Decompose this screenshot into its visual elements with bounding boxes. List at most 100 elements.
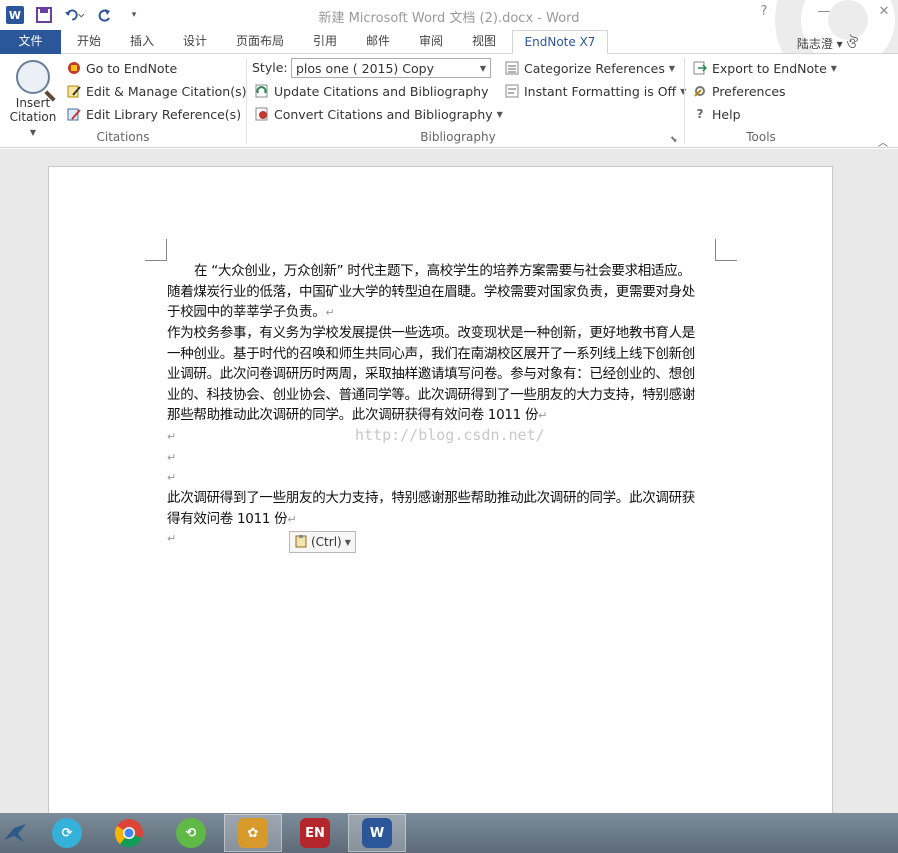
chevron-down-icon: ▼ bbox=[830, 63, 837, 73]
maximize-icon[interactable]: □ bbox=[846, 4, 862, 19]
taskbar: ⟳ ⟲ ✿ EN W bbox=[0, 813, 898, 853]
paragraph-mark-icon: ↵ bbox=[167, 450, 176, 464]
taskbar-image-app[interactable]: ✿ bbox=[224, 814, 282, 852]
bibliography-group-label: Bibliography bbox=[420, 130, 496, 144]
tab-endnote[interactable]: EndNote X7 bbox=[512, 30, 608, 55]
image-viewer-icon: ✿ bbox=[238, 818, 268, 848]
convert-citations-button[interactable]: Convert Citations and Bibliography ▼ bbox=[254, 104, 503, 124]
minimize-icon[interactable]: — bbox=[816, 4, 832, 19]
tab-mailings[interactable]: 邮件 bbox=[366, 30, 390, 54]
edit-manage-citations-button[interactable]: Edit & Manage Citation(s) bbox=[66, 81, 247, 101]
tools-group-label: Tools bbox=[746, 130, 776, 144]
clipboard-icon bbox=[294, 534, 308, 551]
taskbar-chrome[interactable] bbox=[100, 814, 158, 852]
text-line: 得有效问卷 1011 份↵ bbox=[167, 509, 719, 531]
tab-references[interactable]: 引用 bbox=[313, 30, 337, 54]
help-icon[interactable]: ? bbox=[756, 4, 772, 19]
edit-citation-icon bbox=[66, 83, 82, 99]
paste-options-label: (Ctrl) bbox=[311, 535, 342, 549]
text-line: 作为校务参事，有义务为学校发展提供一些选项。改变现状是一种创新，更好地教书育人是 bbox=[167, 325, 695, 341]
chevron-down-icon: ▼ bbox=[479, 63, 486, 73]
update-citations-label: Update Citations and Bibliography bbox=[274, 83, 489, 99]
text-line: 业的、科技协会、创业协会、普通同学等。此次调研得到了一些朋友的大力支持，特别感谢 bbox=[167, 386, 695, 403]
ribbon-tabs: 文件 开始 插入 设计 页面布局 引用 邮件 审阅 视图 EndNote X7 … bbox=[0, 30, 898, 56]
dialog-launcher-icon[interactable]: ⬊ bbox=[670, 130, 678, 150]
paragraph-2[interactable]: 作为校务参事，有义务为学校发展提供一些选项。改变现状是一种创新，更好地教书育人是… bbox=[167, 323, 719, 427]
tab-page-layout[interactable]: 页面布局 bbox=[236, 30, 284, 54]
taskbar-sync-app[interactable]: ⟲ bbox=[162, 814, 220, 852]
empty-paragraphs[interactable]: ↵ ↵ ↵ bbox=[167, 427, 719, 489]
endnote-app-icon: EN bbox=[300, 818, 330, 848]
collapse-ribbon-icon[interactable]: ︿ bbox=[878, 134, 888, 149]
tab-home[interactable]: 开始 bbox=[77, 30, 101, 54]
user-account[interactable]: 陆志澄 ▾ ঔ bbox=[797, 32, 858, 56]
start-bird-icon[interactable] bbox=[0, 814, 30, 852]
title-bar: W ▾ 新建 Microsoft Word 文档 (2).docx - Word… bbox=[0, 0, 898, 30]
tab-design[interactable]: 设计 bbox=[183, 30, 207, 54]
document-page[interactable]: 在 “大众创业，万众创新” 时代主题下，高校学生的培养方案需要与社会要求相适应。… bbox=[48, 166, 833, 826]
tab-review[interactable]: 审阅 bbox=[419, 30, 443, 54]
export-to-endnote-button[interactable]: Export to EndNote ▼ bbox=[692, 58, 837, 78]
style-dropdown[interactable]: plos one ( 2015) Copy ▼ bbox=[291, 58, 491, 78]
text-line: 此次调研得到了一些朋友的大力支持，特别感谢那些帮助推动此次调研的同学。此次调研获 bbox=[167, 490, 695, 506]
text-line-content: 那些帮助推动此次调研的同学。此次调研获得有效问卷 1011 份 bbox=[167, 407, 539, 423]
insert-citation-label-2: Citation bbox=[9, 110, 57, 124]
paragraph-mark-icon: ↵ bbox=[167, 471, 176, 484]
instant-formatting-label: Instant Formatting is Off bbox=[524, 83, 677, 99]
chrome-icon bbox=[114, 819, 143, 848]
text-line-content: 于校园中的莘莘学子负责。 bbox=[167, 304, 326, 320]
window-controls: ? □ — □ ✕ bbox=[756, 4, 892, 19]
taskbar-word[interactable]: W bbox=[348, 814, 406, 852]
text-line: 于校园中的莘莘学子负责。↵ bbox=[167, 302, 719, 324]
paragraph-mark-icon: ↵ bbox=[325, 306, 335, 319]
paragraph-3[interactable]: 此次调研得到了一些朋友的大力支持，特别感谢那些帮助推动此次调研的同学。此次调研获… bbox=[167, 488, 719, 530]
tab-view[interactable]: 视图 bbox=[472, 30, 496, 54]
text-line: 随着煤炭行业的低落，中国矿业大学的转型迫在眉睫。学校需要对国家负责，更需要对身处 bbox=[167, 283, 695, 300]
export-icon bbox=[692, 60, 708, 76]
close-icon[interactable]: ✕ bbox=[876, 4, 892, 19]
insert-citation-button[interactable]: Insert Citation ▼ bbox=[6, 58, 60, 137]
edit-library-reference-label: Edit Library Reference(s) bbox=[86, 106, 242, 122]
document-area: 在 “大众创业，万众创新” 时代主题下，高校学生的培养方案需要与社会要求相适应。… bbox=[0, 149, 898, 826]
preferences-label: Preferences bbox=[712, 83, 786, 99]
tab-file[interactable]: 文件 bbox=[0, 30, 61, 54]
magnifier-icon bbox=[16, 60, 50, 94]
categorize-references-button[interactable]: Categorize References ▼ bbox=[504, 58, 675, 78]
paragraph-1[interactable]: 在 “大众创业，万众创新” 时代主题下，高校学生的培养方案需要与社会要求相适应。… bbox=[167, 261, 719, 324]
go-to-endnote-button[interactable]: Go to EndNote bbox=[66, 58, 177, 78]
empty-paragraph[interactable]: ↵ bbox=[167, 529, 719, 550]
user-name: 陆志澄 bbox=[796, 37, 833, 51]
chevron-down-icon: ▼ bbox=[668, 63, 676, 73]
categorize-icon bbox=[504, 60, 520, 76]
help-button[interactable]: ? Help bbox=[692, 104, 741, 124]
text-line: 业调研。此次问卷调研历时两周，采取抽样邀请填写问卷。参与对象有：已经创业的、想创 bbox=[167, 366, 695, 382]
taskbar-endnote[interactable]: EN bbox=[286, 814, 344, 852]
edit-library-reference-button[interactable]: Edit Library Reference(s) bbox=[66, 104, 241, 124]
text-line: 一种创业。基于时代的召唤和师生共同心声，我们在南湖校区展开了一系列线上线下创新创 bbox=[167, 345, 695, 362]
style-label: Style: bbox=[252, 60, 288, 75]
question-icon: ? bbox=[696, 107, 704, 121]
ribbon-display-icon[interactable]: □ bbox=[786, 4, 802, 19]
word-window: W ▾ 新建 Microsoft Word 文档 (2).docx - Word… bbox=[0, 0, 898, 853]
instant-formatting-icon bbox=[504, 83, 520, 99]
preferences-button[interactable]: Preferences bbox=[692, 81, 786, 101]
group-divider bbox=[684, 58, 685, 144]
export-to-endnote-label: Export to EndNote bbox=[712, 60, 827, 76]
edit-library-icon bbox=[66, 106, 82, 122]
convert-citations-label: Convert Citations and Bibliography bbox=[274, 106, 493, 122]
update-citations-button[interactable]: Update Citations and Bibliography bbox=[254, 81, 489, 101]
help-label: Help bbox=[712, 106, 741, 122]
go-to-endnote-label: Go to EndNote bbox=[86, 60, 178, 76]
taskbar-update-app[interactable]: ⟳ bbox=[38, 814, 96, 852]
text-line-content: 得有效问卷 1011 份 bbox=[167, 510, 288, 527]
style-value: plos one ( 2015) Copy bbox=[296, 60, 434, 76]
tab-insert[interactable]: 插入 bbox=[130, 30, 154, 54]
crop-mark bbox=[715, 239, 737, 261]
paragraph-mark-icon: ↵ bbox=[287, 512, 297, 526]
sync-app-icon: ⟲ bbox=[176, 818, 206, 848]
text-line: 那些帮助推动此次调研的同学。此次调研获得有效问卷 1011 份↵ bbox=[167, 405, 719, 427]
paste-options-button[interactable]: (Ctrl) ▼ bbox=[289, 531, 356, 553]
instant-formatting-button[interactable]: Instant Formatting is Off ▼ bbox=[504, 81, 686, 101]
user-avatar-icon: ঔ bbox=[846, 36, 859, 52]
refresh-app-icon: ⟳ bbox=[52, 818, 82, 848]
